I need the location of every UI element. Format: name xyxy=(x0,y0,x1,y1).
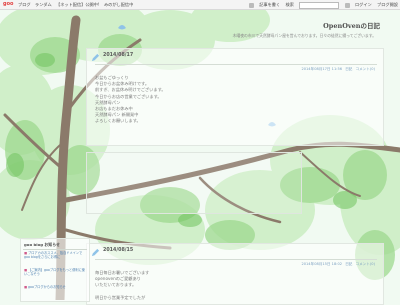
post-date[interactable]: 2014/08/15 xyxy=(103,248,133,253)
blog-post: 2014/08/17 2014年08月17日 11:56 日記 コメント(0) … xyxy=(86,48,384,146)
divider xyxy=(95,64,377,65)
post-date[interactable]: 2014/08/17 xyxy=(103,53,133,58)
pencil-icon xyxy=(248,2,254,8)
toolbar-link-catchup[interactable]: みのがし配信中 xyxy=(104,2,133,7)
sidebar-title: goo blog お知らせ xyxy=(24,242,60,247)
post-timestamp[interactable]: 2014年08月15日 18:02 xyxy=(301,262,342,266)
post-body: お盆もごゆっくり 今日からお盆休み明けです。 前すぎ、お盆休み明けでございます。… xyxy=(95,75,166,125)
news-item-label[interactable]: 【ご案内】gooブログをもっと便利に使いこなそう xyxy=(24,268,85,276)
write-post-link[interactable]: 記事を書く xyxy=(259,2,280,7)
news-item-label[interactable]: gooブログからのお知らせ xyxy=(28,285,66,289)
divider xyxy=(23,249,87,250)
toolbar-link-blog[interactable]: ブログ xyxy=(18,2,31,7)
blog-description: 木曜夜の市川で天然酵母パン屋を営んでおります。日々の徒然に綴ってございます。 xyxy=(232,33,376,38)
post-timestamp[interactable]: 2014年08月17日 11:56 xyxy=(301,67,342,71)
search-input[interactable] xyxy=(299,1,340,9)
post-line: 前すぎ、お盆休み明けでございます。 xyxy=(95,87,166,93)
post-line: 明日から営業予定でしたが xyxy=(95,294,146,300)
content-frame xyxy=(86,152,302,214)
toolbar-link-random[interactable]: ランダム xyxy=(35,2,52,7)
post-meta: 2014年08月17日 11:56 日記 コメント(0) xyxy=(299,67,375,72)
post-comments[interactable]: コメント(0) xyxy=(356,67,375,71)
post-category[interactable]: 日記 xyxy=(345,67,352,71)
post-header: 2014/08/17 xyxy=(87,49,383,65)
post-header: 2014/08/15 xyxy=(87,244,383,260)
news-bullet-icon: ■ xyxy=(24,285,28,289)
goo-logo[interactable]: goo xyxy=(3,0,13,9)
toolbar-right: 記事を書く 検索 ログイン ブログ開設 xyxy=(245,0,398,9)
news-item[interactable]: ■gooブログからのお知らせ xyxy=(24,285,86,289)
news-item[interactable]: ■プロアカのおススメ、独自ドメインでgoo blogをさらにお得に xyxy=(24,251,86,260)
post-comments[interactable]: コメント(0) xyxy=(356,262,375,266)
news-item[interactable]: ■【ご案内】gooブログをもっと便利に使いこなそう xyxy=(24,268,86,277)
pencil-icon xyxy=(91,53,100,62)
toolbar-nav: ブログ ランダム 【ネット配信】公開中! みのがし配信中 xyxy=(18,0,136,9)
news-item-label[interactable]: プロアカのおススメ、独自ドメインでgoo blogをさらにお得に xyxy=(24,251,82,259)
post-line: よろしくお願いします。 xyxy=(95,118,141,124)
toolbar-link-stream[interactable]: 【ネット配信】公開中! xyxy=(56,2,100,7)
divider xyxy=(95,259,377,260)
pencil-icon xyxy=(91,248,100,257)
post-meta: 2014年08月15日 18:02 日記 コメント(0) xyxy=(299,262,375,267)
goo-blog-news: goo blog お知らせ ■プロアカのおススメ、独自ドメインでgoo blog… xyxy=(20,238,90,302)
blog-title[interactable]: OpenOvenの日記 xyxy=(323,20,380,30)
post-category[interactable]: 日記 xyxy=(345,262,352,266)
post-body: 毎日毎日お暑いでございます openovenのご愛顧あり いただいております。 … xyxy=(95,270,149,301)
search-icon[interactable] xyxy=(344,2,350,8)
login-link[interactable]: ログイン xyxy=(355,2,372,7)
search-label: 検索 xyxy=(285,2,294,7)
blog-post: 2014/08/15 2014年08月15日 18:02 日記 コメント(0) … xyxy=(86,243,384,305)
blog-toolbar: goo ブログ ランダム 【ネット配信】公開中! みのがし配信中 記事を書く 検… xyxy=(0,0,400,10)
open-blog-link[interactable]: ブログ開設 xyxy=(377,2,398,7)
post-line: 今日からお店の営業でございます。 xyxy=(95,93,162,99)
